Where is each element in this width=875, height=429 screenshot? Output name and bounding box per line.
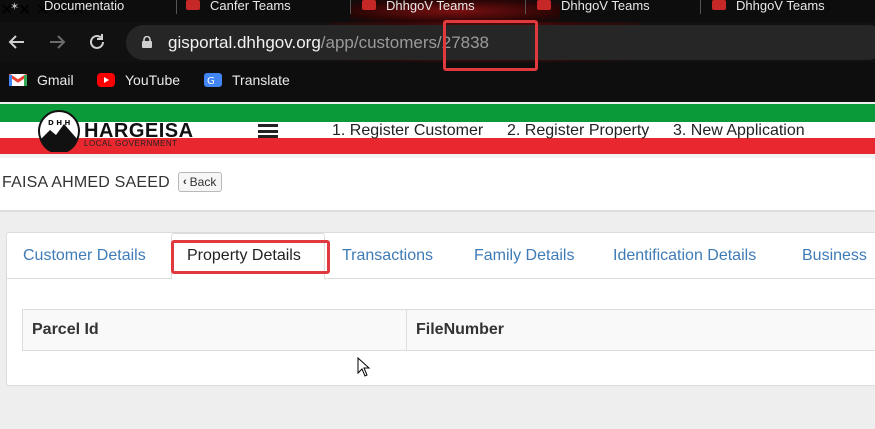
browser-tab[interactable]: Canfer Teams xyxy=(186,0,291,16)
brand-subtitle: LOCAL GOVERNMENT xyxy=(84,139,178,148)
browser-tab[interactable]: DhhgoV Teams xyxy=(362,0,475,16)
browser-tab[interactable]: DhhgoV Teams xyxy=(712,0,825,16)
browser-tab-strip: ✶ Documentatio ✕ Canfer Teams ✕ DhhgoV T… xyxy=(0,0,875,22)
bookmark-youtube[interactable]: YouTube xyxy=(97,72,180,88)
nav-register-property[interactable]: 2. Register Property xyxy=(507,122,649,140)
browser-tab-title: DhhgoV Teams xyxy=(386,0,475,13)
browser-tab-title: DhhgoV Teams xyxy=(736,0,825,13)
youtube-icon xyxy=(97,73,115,87)
tab-family-details[interactable]: Family Details xyxy=(474,247,574,265)
details-tabs: Customer Details Property Details Transa… xyxy=(7,233,875,280)
reload-icon[interactable] xyxy=(86,31,108,53)
tab-customer-details[interactable]: Customer Details xyxy=(23,247,146,265)
forward-arrow-icon[interactable] xyxy=(46,31,68,53)
tab-favicon-icon: ✶ xyxy=(10,1,20,13)
browser-tab-title: DhhgoV Teams xyxy=(561,0,650,13)
nav-register-customer[interactable]: 1. Register Customer xyxy=(332,122,483,140)
browser-tab-title: Canfer Teams xyxy=(210,0,291,13)
chevron-left-icon: ‹ xyxy=(183,176,187,188)
bookmark-label: Gmail xyxy=(37,72,74,88)
column-header-parcel-id[interactable]: Parcel Id xyxy=(23,310,407,350)
browser-tab[interactable]: DhhgoV Teams xyxy=(537,0,650,16)
bookmark-label: YouTube xyxy=(125,72,181,88)
gmail-icon xyxy=(8,73,28,87)
bookmarks-bar: Gmail YouTube G Translate xyxy=(0,62,875,102)
tab-favicon-icon xyxy=(362,0,376,10)
details-card: Customer Details Property Details Transa… xyxy=(6,232,875,386)
tab-business[interactable]: Business xyxy=(802,247,867,265)
bookmark-gmail[interactable]: Gmail xyxy=(8,72,74,88)
customer-name: FAISA AHMED SAEED xyxy=(2,174,170,191)
browser-tab-title: Documentatio xyxy=(44,0,125,13)
bookmark-translate[interactable]: G Translate xyxy=(204,72,290,88)
tab-favicon-icon xyxy=(712,0,726,10)
back-button[interactable]: ‹ Back xyxy=(178,172,223,192)
url-highlight-box xyxy=(443,20,538,71)
tab-favicon-icon xyxy=(186,0,200,10)
bookmark-label: Translate xyxy=(232,72,290,88)
property-table: Parcel Id FileNumber xyxy=(22,309,875,351)
tab-highlight-box xyxy=(171,240,330,274)
tab-favicon-icon xyxy=(537,0,551,10)
url-host: gisportal.dhhgov.org xyxy=(168,33,321,52)
browser-toolbar: gisportal.dhhgov.org/app/customers/27838 xyxy=(0,22,875,62)
menu-hamburger-icon[interactable] xyxy=(258,124,278,138)
logo-letters: D H H xyxy=(48,119,71,127)
url-text: gisportal.dhhgov.org/app/customers/27838 xyxy=(168,33,489,53)
lock-icon xyxy=(142,36,152,48)
hargeisa-logo-icon[interactable]: D H H xyxy=(38,110,80,152)
svg-text:G: G xyxy=(207,76,215,87)
tab-identification-details[interactable]: Identification Details xyxy=(613,247,756,265)
back-button-label: Back xyxy=(189,175,217,189)
mouse-cursor-icon xyxy=(357,357,371,377)
nav-new-application[interactable]: 3. New Application xyxy=(673,122,805,140)
tab-transactions[interactable]: Transactions xyxy=(342,247,433,265)
back-arrow-icon[interactable] xyxy=(6,31,28,53)
translate-icon: G xyxy=(204,73,222,87)
customer-header: FAISA AHMED SAEED ‹ Back xyxy=(0,158,875,212)
browser-tab[interactable]: ✶ Documentatio xyxy=(10,0,124,16)
column-header-file-number[interactable]: FileNumber xyxy=(407,310,875,350)
